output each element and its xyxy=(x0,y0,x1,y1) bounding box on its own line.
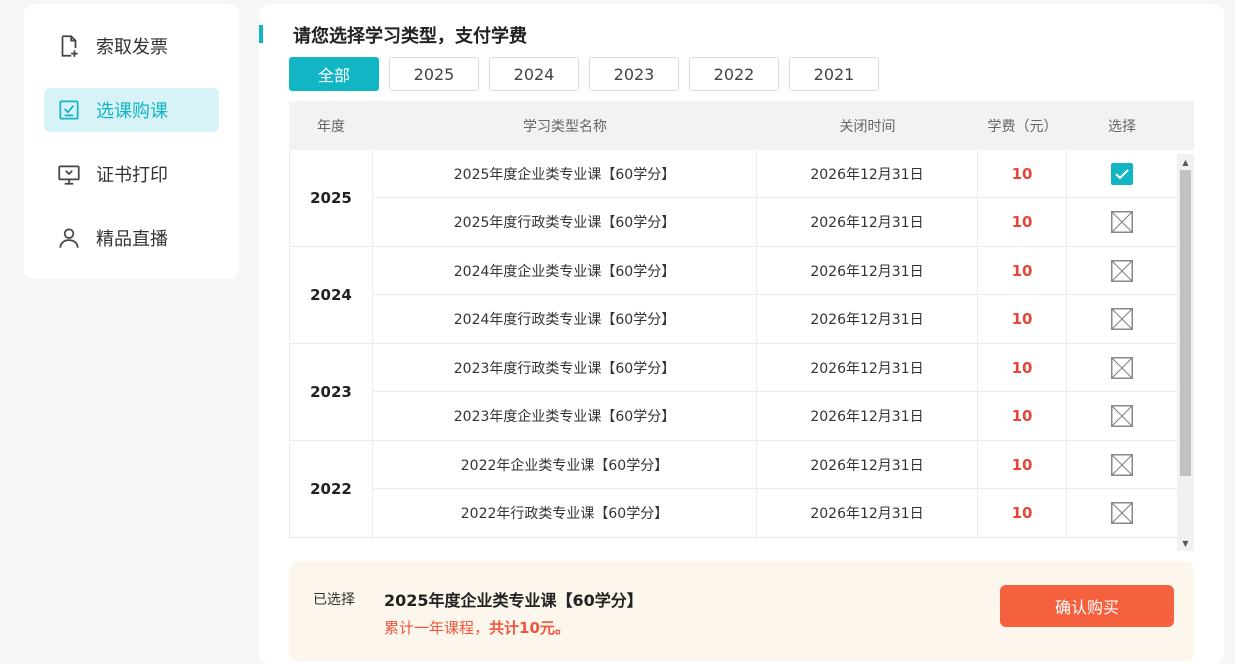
title-accent-bar xyxy=(259,25,263,43)
year-group: 2023 2023年度行政类专业课【60学分】 2026年12月31日 10 2… xyxy=(289,343,1194,441)
tab-2024[interactable]: 2024 xyxy=(489,57,579,91)
scroll-up-icon[interactable]: ▲ xyxy=(1177,154,1194,170)
fee: 10 xyxy=(978,198,1067,246)
selected-label: 已选择 xyxy=(313,592,355,608)
tab-2021[interactable]: 2021 xyxy=(789,57,879,91)
file-plus-icon xyxy=(56,33,82,59)
close-time: 2026年12月31日 xyxy=(757,392,978,440)
checkbox-checked-icon[interactable] xyxy=(1111,162,1133,185)
close-time: 2026年12月31日 xyxy=(757,198,978,246)
sidebar-item-invoice[interactable]: 索取发票 xyxy=(44,24,219,68)
year-cell: 2022 xyxy=(289,441,373,537)
close-time: 2026年12月31日 xyxy=(757,489,978,537)
user-icon xyxy=(56,225,82,251)
scroll-thumb[interactable] xyxy=(1180,170,1191,476)
checkbox-unchecked-icon[interactable] xyxy=(1111,259,1133,282)
header-year: 年度 xyxy=(317,118,345,135)
main-panel: 请您选择学习类型，支付学费 全部 2025 2024 2023 2022 202… xyxy=(259,4,1224,664)
sidebar-item-certificate-print[interactable]: 证书打印 xyxy=(44,152,219,196)
course-name: 2024年度企业类专业课【60学分】 xyxy=(373,246,757,295)
checkbox-unchecked-icon[interactable] xyxy=(1111,453,1133,476)
table-body[interactable]: 2025 2025年度企业类专业课【60学分】 2026年12月31日 10 2… xyxy=(289,150,1194,551)
scroll-down-icon[interactable]: ▼ xyxy=(1177,535,1194,551)
course-name: 2023年度行政类专业课【60学分】 xyxy=(373,343,757,392)
tab-2022[interactable]: 2022 xyxy=(689,57,779,91)
close-time: 2026年12月31日 xyxy=(757,440,978,489)
course-table: 年度 学习类型名称 关闭时间 学费（元） 选择 2025 2025年度企业类专业… xyxy=(289,101,1194,551)
tab-2025[interactable]: 2025 xyxy=(389,57,479,91)
checkbox-unchecked-icon[interactable] xyxy=(1111,502,1133,524)
course-name: 2023年度企业类专业课【60学分】 xyxy=(373,392,757,440)
sidebar-item-label: 索取发票 xyxy=(96,37,168,58)
course-name: 2022年行政类专业课【60学分】 xyxy=(373,489,757,537)
tab-2023[interactable]: 2023 xyxy=(589,57,679,91)
selection-total: 累计一年课程，共计10元。 xyxy=(384,617,570,638)
course-name: 2025年度行政类专业课【60学分】 xyxy=(373,198,757,246)
page-title: 请您选择学习类型，支付学费 xyxy=(293,26,527,47)
year-cell: 2024 xyxy=(289,247,373,343)
checkbox-unchecked-icon[interactable] xyxy=(1111,308,1133,330)
course-name: 2024年度行政类专业课【60学分】 xyxy=(373,295,757,343)
year-group: 2022 2022年企业类专业课【60学分】 2026年12月31日 10 20… xyxy=(289,440,1194,538)
header-close-time: 关闭时间 xyxy=(839,118,896,135)
year-tabs: 全部 2025 2024 2023 2022 2021 xyxy=(289,57,889,91)
table-row[interactable]: 2022年企业类专业课【60学分】 2026年12月31日 10 xyxy=(373,440,1177,489)
sidebar-item-label: 选课购课 xyxy=(96,101,168,122)
checkbox-unchecked-icon[interactable] xyxy=(1111,405,1133,427)
close-time: 2026年12月31日 xyxy=(757,246,978,295)
fee: 10 xyxy=(978,246,1067,295)
year-cell: 2025 xyxy=(289,150,373,246)
confirm-purchase-button[interactable]: 确认购买 xyxy=(1000,585,1174,627)
sidebar-item-course-purchase[interactable]: 选课购课 xyxy=(44,88,219,132)
course-name: 2022年企业类专业课【60学分】 xyxy=(373,440,757,489)
table-row[interactable]: 2025年度行政类专业课【60学分】 2026年12月31日 10 xyxy=(373,198,1177,246)
close-time: 2026年12月31日 xyxy=(757,150,978,198)
year-cell: 2023 xyxy=(289,344,373,440)
table-row[interactable]: 2023年度行政类专业课【60学分】 2026年12月31日 10 xyxy=(373,343,1177,392)
header-fee: 学费（元） xyxy=(987,118,1058,135)
fee: 10 xyxy=(978,295,1067,343)
checkbox-unchecked-icon[interactable] xyxy=(1111,356,1133,379)
sidebar: 索取发票 选课购课 证书打印 精品直播 xyxy=(24,4,239,279)
summary-total: 共计10元。 xyxy=(489,619,570,637)
checkbox-unchecked-icon[interactable] xyxy=(1111,211,1133,233)
close-time: 2026年12月31日 xyxy=(757,343,978,392)
year-group: 2025 2025年度企业类专业课【60学分】 2026年12月31日 10 2… xyxy=(289,150,1194,247)
fee: 10 xyxy=(978,392,1067,440)
table-header: 年度 学习类型名称 关闭时间 学费（元） 选择 xyxy=(289,101,1194,150)
table-scrollbar[interactable]: ▲ ▼ xyxy=(1177,154,1194,551)
sidebar-item-label: 精品直播 xyxy=(96,229,168,250)
fee: 10 xyxy=(978,489,1067,537)
selected-course: 2025年度企业类专业课【60学分】 xyxy=(384,591,643,610)
table-row[interactable]: 2025年度企业类专业课【60学分】 2026年12月31日 10 xyxy=(373,150,1177,198)
sidebar-item-live[interactable]: 精品直播 xyxy=(44,216,219,260)
table-row[interactable]: 2023年度企业类专业课【60学分】 2026年12月31日 10 xyxy=(373,392,1177,440)
course-name: 2025年度企业类专业课【60学分】 xyxy=(373,150,757,198)
fee: 10 xyxy=(978,343,1067,392)
close-time: 2026年12月31日 xyxy=(757,295,978,343)
header-name: 学习类型名称 xyxy=(523,118,607,135)
tab-all[interactable]: 全部 xyxy=(289,57,379,91)
table-row[interactable]: 2024年度企业类专业课【60学分】 2026年12月31日 10 xyxy=(373,246,1177,295)
checklist-icon xyxy=(56,97,82,123)
table-row[interactable]: 2022年行政类专业课【60学分】 2026年12月31日 10 xyxy=(373,489,1177,537)
fee: 10 xyxy=(978,150,1067,198)
selection-summary: 已选择 2025年度企业类专业课【60学分】 累计一年课程，共计10元。 确认购… xyxy=(289,561,1194,661)
header-select: 选择 xyxy=(1108,118,1136,135)
fee: 10 xyxy=(978,440,1067,489)
table-row[interactable]: 2024年度行政类专业课【60学分】 2026年12月31日 10 xyxy=(373,295,1177,343)
summary-prefix: 累计一年课程， xyxy=(384,619,490,637)
sidebar-item-label: 证书打印 xyxy=(96,165,168,186)
monitor-icon xyxy=(56,161,82,187)
year-group: 2024 2024年度企业类专业课【60学分】 2026年12月31日 10 2… xyxy=(289,246,1194,344)
